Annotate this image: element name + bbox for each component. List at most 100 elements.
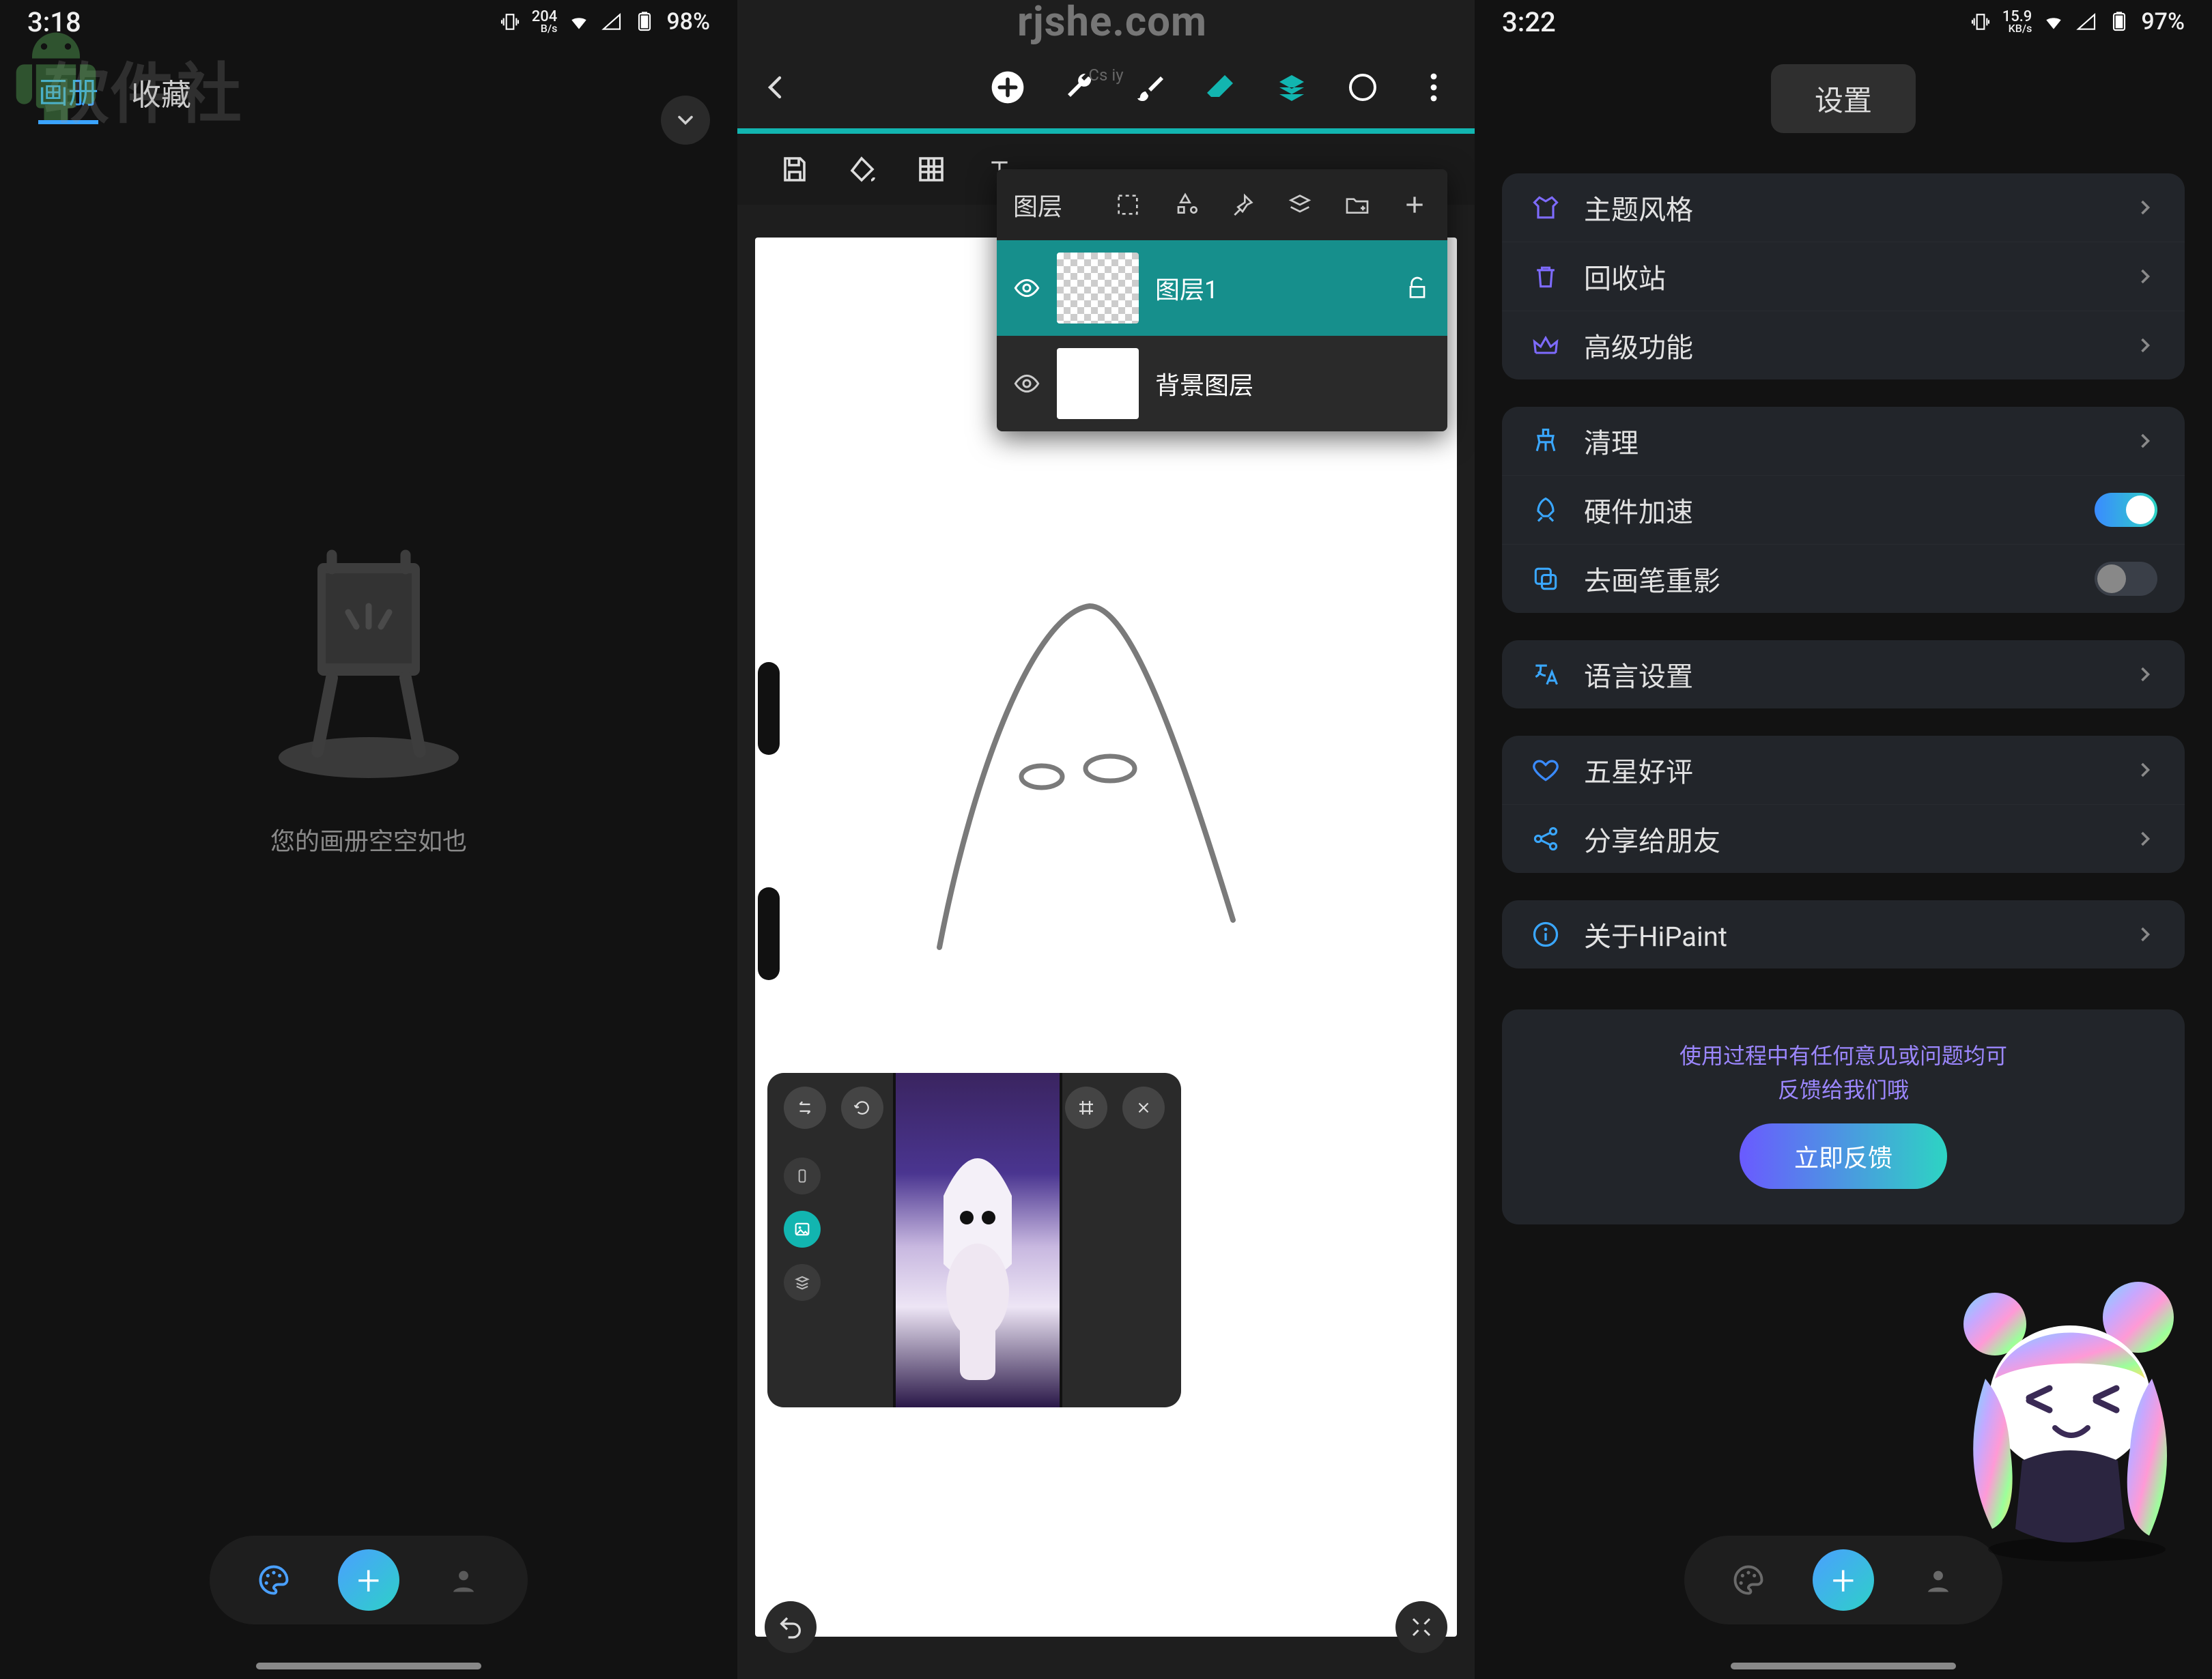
row-label: 去画笔重影 [1584,559,2073,599]
profile-button[interactable] [438,1554,490,1606]
broom-icon [1531,426,1561,456]
canvas-name: Cs iy [1088,66,1123,85]
menu-button[interactable] [1415,68,1453,106]
back-button[interactable] [759,71,792,104]
eraser-icon [1204,71,1237,104]
tab-album[interactable]: 画册 [38,68,98,124]
layer-add-button[interactable] [1398,188,1431,221]
layer-select-button[interactable] [1111,188,1144,221]
visibility-icon[interactable] [1013,274,1040,302]
status-time: 3:18 [27,6,81,38]
dropdown-button[interactable] [661,96,710,145]
layers-small-icon [1286,191,1314,218]
ref-grid-button[interactable] [1065,1087,1107,1129]
palette-button[interactable] [1722,1554,1774,1606]
pin-icon [1229,191,1256,218]
signal-icon [601,11,623,33]
toggle-brush-ghost[interactable] [2095,562,2157,596]
reference-photo [896,1073,1060,1407]
row-label: 清理 [1584,421,2111,461]
color-button[interactable] [1344,68,1382,106]
add-button[interactable] [989,68,1027,106]
status-net-speed: 15.9KB/s [2002,10,2032,33]
ref-rotate-button[interactable] [841,1087,883,1129]
brush-button[interactable] [1131,68,1169,106]
gesture-handle[interactable] [1731,1663,1956,1669]
canvas-top-bar: Cs iy [737,46,1475,128]
eraser-button[interactable] [1202,68,1240,106]
close-icon [1135,1099,1152,1117]
layer-name: 图层1 [1155,270,1387,306]
row-theme[interactable]: 主题风格 [1502,173,2185,242]
settings-title-row: 设置 [1475,51,2212,146]
layer-shape-button[interactable] [1169,188,1202,221]
ref-swap-button[interactable] [784,1087,826,1129]
canvas[interactable] [755,238,1457,1637]
vibrate-icon [499,11,521,33]
ref-mode-a[interactable] [784,1158,821,1194]
ref-mode-c[interactable] [784,1264,821,1301]
tab-favorites[interactable]: 收藏 [131,70,191,122]
row-trash[interactable]: 回收站 [1502,242,2185,311]
toggle-hw-accel[interactable] [2095,493,2157,527]
wifi-icon [568,11,590,33]
empty-state: 您的画册空空如也 [0,532,737,857]
empty-easel-icon [266,532,471,778]
hash-icon [1076,1097,1096,1118]
grid-button[interactable] [912,150,950,188]
status-bar: 3:22 15.9KB/s 97% [1475,0,2212,44]
row-premium[interactable]: 高级功能 [1502,311,2185,379]
row-rate[interactable]: 五星好评 [1502,736,2185,804]
unlock-icon[interactable] [1404,274,1431,302]
layer-row-1[interactable]: 图层1 [997,240,1447,336]
layer-pin-button[interactable] [1226,188,1259,221]
feedback-button[interactable]: 立即反馈 [1740,1123,1947,1189]
mascot-illustration [1920,1276,2207,1563]
gesture-handle[interactable] [256,1663,481,1669]
profile-icon [1920,1562,1956,1598]
layer-group-button[interactable] [1341,188,1374,221]
row-clean[interactable]: 清理 [1502,407,2185,475]
ref-close-button[interactable] [1122,1087,1165,1129]
row-label: 分享给朋友 [1584,819,2111,859]
row-label: 关于HiPaint [1584,915,2111,954]
new-button[interactable]: + [1813,1549,1874,1611]
row-label: 高级功能 [1584,326,2111,365]
layers-button[interactable] [1273,68,1311,106]
shapes-icon [1172,191,1199,218]
feedback-card: 使用过程中有任何意见或问题均可反馈给我们哦 立即反馈 [1502,1009,2185,1224]
wifi-icon [2043,11,2065,33]
palette-button[interactable] [248,1554,300,1606]
save-button[interactable] [776,150,814,188]
row-share[interactable]: 分享给朋友 [1502,804,2185,873]
layers-icon [1275,71,1308,104]
undo-button[interactable] [765,1601,817,1653]
rect-icon [793,1166,811,1186]
empty-message: 您的画册空空如也 [270,822,467,857]
row-language[interactable]: 语言设置 [1502,640,2185,708]
layer-row-bg[interactable]: 背景图层 [997,336,1447,431]
settings-group-3: 语言设置 [1502,640,2185,708]
row-label: 主题风格 [1584,188,2111,227]
battery-icon [634,11,655,33]
share-icon [1531,824,1561,854]
layer-merge-button[interactable] [1284,188,1316,221]
new-button[interactable]: + [338,1549,399,1611]
row-brush-ghost: 去画笔重影 [1502,544,2185,613]
settings-group-1: 主题风格 回收站 高级功能 [1502,173,2185,379]
bucket-icon [847,153,879,186]
side-slider-bottom[interactable] [758,887,780,980]
shirt-icon [1531,192,1561,223]
side-slider-top[interactable] [758,662,780,755]
bucket-button[interactable] [844,150,882,188]
row-about[interactable]: 关于HiPaint [1502,900,2185,968]
chevron-left-icon [759,71,792,104]
settings-title: 设置 [1771,64,1916,133]
row-label: 语言设置 [1584,655,2111,694]
visibility-icon[interactable] [1013,370,1040,397]
fullscreen-button[interactable] [1395,1601,1447,1653]
row-label: 回收站 [1584,257,2111,296]
reference-panel[interactable] [767,1073,1181,1407]
trash-icon [1531,261,1561,291]
ref-mode-b[interactable] [784,1211,821,1248]
